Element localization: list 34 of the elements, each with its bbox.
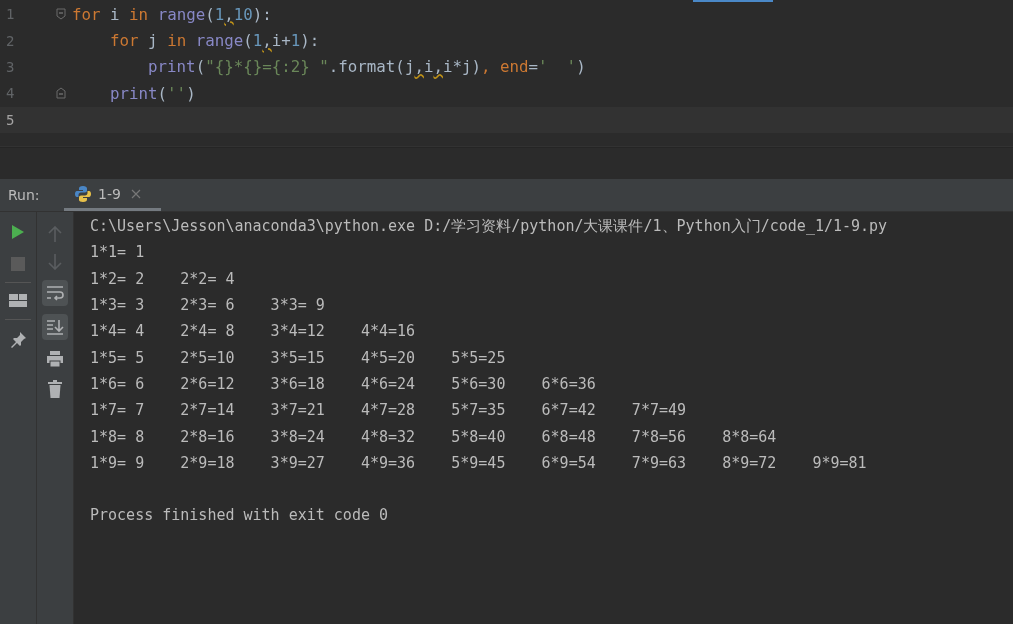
process-status-line: Process finished with exit code 0: [90, 506, 388, 525]
print-icon[interactable]: [46, 350, 64, 368]
console-output-line: 1*4= 4 2*4= 8 3*4=12 4*4=16: [90, 322, 416, 341]
fold-marker-icon[interactable]: [56, 87, 66, 100]
code-line: print(''): [109, 83, 196, 103]
console-output-line: 1*5= 5 2*5=10 3*5=15 4*5=20 5*5=25: [90, 348, 506, 367]
code-line: print("{}*{}={:2} ".format(j,i,i*j), end=' '): [147, 57, 586, 77]
console-output-line: 1*8= 8 2*8=16 3*8=24 4*8=32 5*8=40 6*8=48 7*8=56 8*8=64: [90, 427, 777, 446]
run-label: Run:: [7, 187, 41, 203]
console-output-line: C:\Users\Jesson\anaconda3\python.exe D:/学习资料/python/大课课件/1、Python入门/code_1/1-9.py: [90, 216, 888, 236]
down-arrow-icon[interactable]: [48, 254, 62, 270]
line-number: 2: [6, 32, 16, 49]
line-number: 5: [6, 111, 16, 128]
code-line: for j in range(1,i+1):: [109, 31, 320, 51]
line-number: 3: [6, 58, 16, 75]
console-output-line: 1*1= 1: [90, 243, 145, 262]
line-number: 1: [6, 6, 16, 23]
soft-wrap-toggle[interactable]: [42, 280, 68, 306]
scroll-to-end-toggle[interactable]: [42, 314, 68, 340]
close-icon[interactable]: [130, 188, 141, 199]
run-icon[interactable]: [11, 224, 25, 240]
console-output-line: 1*9= 9 2*9=18 3*9=27 4*9=36 5*9=45 6*9=54 7*9=63 8*9=72 9*9=81: [90, 453, 867, 472]
line-number: 4: [6, 85, 16, 102]
code-line: for i in range(1,10):: [72, 4, 272, 24]
fold-marker-icon[interactable]: [56, 8, 66, 21]
pin-icon[interactable]: [9, 331, 27, 349]
layout-icon[interactable]: [9, 294, 27, 308]
console-output-line: 1*2= 2 2*2= 4: [90, 269, 235, 288]
up-arrow-icon[interactable]: [48, 226, 62, 242]
trash-icon[interactable]: [48, 380, 62, 398]
console-output-line: 1*3= 3 2*3= 6 3*3= 9: [90, 296, 325, 315]
console-output-line: 1*7= 7 2*7=14 3*7=21 4*7=28 5*7=35 6*7=42 7*7=49: [90, 401, 687, 420]
python-logo-icon: [74, 184, 92, 203]
console-output-line: 1*6= 6 2*6=12 3*6=18 4*6=24 5*6=30 6*6=36: [90, 374, 596, 393]
